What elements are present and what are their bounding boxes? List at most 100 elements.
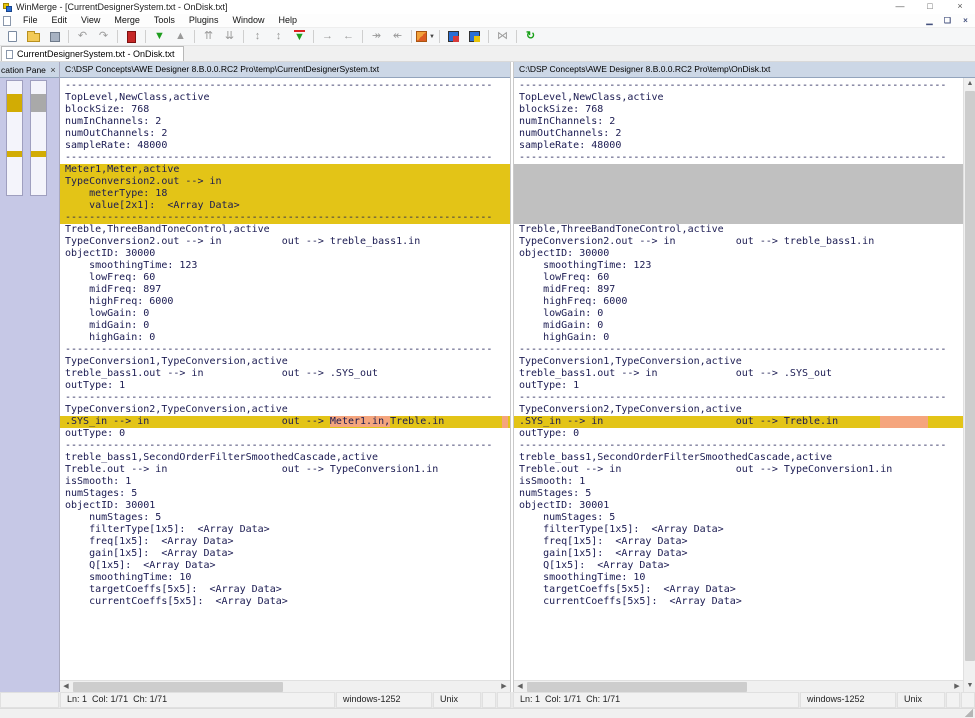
menu-window[interactable]: Window xyxy=(225,14,271,27)
code-line: numStages: 5 xyxy=(60,488,510,500)
next-conflict-icon[interactable]: ↕ xyxy=(247,28,268,45)
compare-left-icon[interactable] xyxy=(443,28,464,45)
copy-right-advance-icon[interactable]: ↠ xyxy=(366,28,387,45)
prev-diff-icon[interactable]: ▲ xyxy=(170,28,191,45)
new-icon[interactable] xyxy=(2,28,23,45)
menu-bar: FileEditViewMergeToolsPluginsWindowHelp … xyxy=(0,14,975,28)
copy-right-icon[interactable]: → xyxy=(317,28,338,45)
right-encoding: windows-1252 xyxy=(800,692,896,708)
diff-marker-gold[interactable] xyxy=(7,151,22,157)
missing-word-block xyxy=(880,416,928,428)
app-status-bar xyxy=(0,708,975,718)
code-line: Treble,ThreeBandToneControl,active xyxy=(60,224,510,236)
code-line: objectID: 30000 xyxy=(514,248,963,260)
diff-marker-gold[interactable] xyxy=(7,94,22,112)
merge-mode-icon[interactable]: ▼ xyxy=(415,28,436,45)
left-hscroll-thumb[interactable] xyxy=(73,682,283,692)
toolbar: ↶↷▼▲⇈⇊↕↕▼→←↠↞▼⋈↻ xyxy=(0,28,975,46)
scroll-left-icon[interactable]: ◀ xyxy=(60,681,72,693)
scroll-down-icon[interactable]: ▼ xyxy=(964,680,975,692)
document-icon[interactable] xyxy=(3,16,11,26)
left-editor[interactable]: ----------------------------------------… xyxy=(60,78,510,680)
vscroll-thumb[interactable] xyxy=(965,91,975,661)
menu-help[interactable]: Help xyxy=(271,14,304,27)
code-line: filterType[1x5]: <Array Data> xyxy=(514,524,963,536)
code-line: outType: 1 xyxy=(514,380,963,392)
eol-diff-sliver xyxy=(502,416,508,428)
left-hscroll-track[interactable] xyxy=(72,681,498,693)
toolbar-separator xyxy=(194,30,195,43)
close-icon[interactable]: × xyxy=(945,0,975,14)
location-pane-body[interactable] xyxy=(0,78,59,692)
code-line: treble_bass1.out --> in out --> .SYS_out xyxy=(514,368,963,380)
menu-plugins[interactable]: Plugins xyxy=(182,14,226,27)
copy-left-advance-icon[interactable]: ↞ xyxy=(387,28,408,45)
code-line: midFreq: 897 xyxy=(60,284,510,296)
right-hscroll-track[interactable] xyxy=(526,681,951,693)
open-icon[interactable] xyxy=(23,28,44,45)
title-bar: WinMerge - [CurrentDesignerSystem.txt - … xyxy=(0,0,975,14)
right-horizontal-scrollbar[interactable]: ◀ ▶ xyxy=(514,680,963,692)
location-pane: cation Pane × xyxy=(0,62,60,692)
right-editor[interactable]: ----------------------------------------… xyxy=(514,78,963,680)
code-line: currentCoeffs[5x5]: <Array Data> xyxy=(60,596,510,608)
menu-tools[interactable]: Tools xyxy=(147,14,182,27)
diff-marker-gray[interactable] xyxy=(31,94,46,112)
right-col-indicator: Col: 1/71 xyxy=(545,694,581,704)
toolbar-separator xyxy=(313,30,314,43)
resize-grip[interactable] xyxy=(965,709,973,717)
code-line: midGain: 0 xyxy=(514,320,963,332)
vertical-scrollbar[interactable]: ▲ ▼ xyxy=(963,78,975,692)
code-line: TopLevel,NewClass,active xyxy=(60,92,510,104)
mdi-minimize-icon[interactable]: ▁ xyxy=(921,15,938,27)
scroll-left-icon[interactable]: ◀ xyxy=(514,681,526,693)
options-icon[interactable] xyxy=(121,28,142,45)
minimize-icon[interactable]: — xyxy=(885,0,915,14)
code-line: smoothingTime: 10 xyxy=(514,572,963,584)
diff-marker-gold[interactable] xyxy=(31,151,46,157)
first-diff-icon[interactable]: ⇈ xyxy=(198,28,219,45)
mdi-restore-icon[interactable]: ❏ xyxy=(939,15,956,27)
redo-icon[interactable]: ↷ xyxy=(93,28,114,45)
code-line: outType: 0 xyxy=(60,428,510,440)
menu-file[interactable]: File xyxy=(16,14,45,27)
right-location-bar[interactable] xyxy=(30,80,47,196)
menu-merge[interactable]: Merge xyxy=(107,14,147,27)
window-title: WinMerge - [CurrentDesignerSystem.txt - … xyxy=(16,2,228,12)
next-diff-icon[interactable]: ▼ xyxy=(149,28,170,45)
maximize-icon[interactable]: □ xyxy=(915,0,945,14)
winmerge-app-icon xyxy=(3,3,12,12)
menu-edit[interactable]: Edit xyxy=(45,14,75,27)
scroll-right-icon[interactable]: ▶ xyxy=(951,681,963,693)
toolbar-separator xyxy=(411,30,412,43)
code-line: highFreq: 6000 xyxy=(60,296,510,308)
left-location-bar[interactable] xyxy=(6,80,23,196)
undo-icon[interactable]: ↶ xyxy=(72,28,93,45)
prev-conflict-icon[interactable]: ↕ xyxy=(268,28,289,45)
refresh-icon[interactable]: ↻ xyxy=(520,28,541,45)
code-line: lowFreq: 60 xyxy=(60,272,510,284)
dropdown-caret-icon[interactable]: ▼ xyxy=(429,34,435,40)
code-line: TypeConversion2.out --> in out --> trebl… xyxy=(514,236,963,248)
save-icon[interactable] xyxy=(44,28,65,45)
tab-current-comparison[interactable]: CurrentDesignerSystem.txt - OnDisk.txt xyxy=(1,46,184,61)
auto-merge-icon[interactable]: ▼ xyxy=(289,28,310,45)
code-line: TypeConversion2,TypeConversion,active xyxy=(60,404,510,416)
code-line: freq[1x5]: <Array Data> xyxy=(60,536,510,548)
location-pane-close-icon[interactable]: × xyxy=(47,65,59,75)
code-line: Q[1x5]: <Array Data> xyxy=(514,560,963,572)
header-corner xyxy=(963,62,975,78)
left-horizontal-scrollbar[interactable]: ◀ ▶ xyxy=(60,680,510,692)
scroll-right-icon[interactable]: ▶ xyxy=(498,681,510,693)
compare-right-icon[interactable] xyxy=(464,28,485,45)
menu-view[interactable]: View xyxy=(74,14,107,27)
mdi-close-icon[interactable]: × xyxy=(957,15,974,27)
last-diff-icon[interactable]: ⇊ xyxy=(219,28,240,45)
code-line: smoothingTime: 123 xyxy=(514,260,963,272)
scroll-up-icon[interactable]: ▲ xyxy=(964,78,975,90)
swap-panes-icon[interactable]: ⋈ xyxy=(492,28,513,45)
right-hscroll-thumb[interactable] xyxy=(527,682,747,692)
copy-left-icon[interactable]: ← xyxy=(338,28,359,45)
toolbar-separator xyxy=(68,30,69,43)
code-line: isSmooth: 1 xyxy=(60,476,510,488)
